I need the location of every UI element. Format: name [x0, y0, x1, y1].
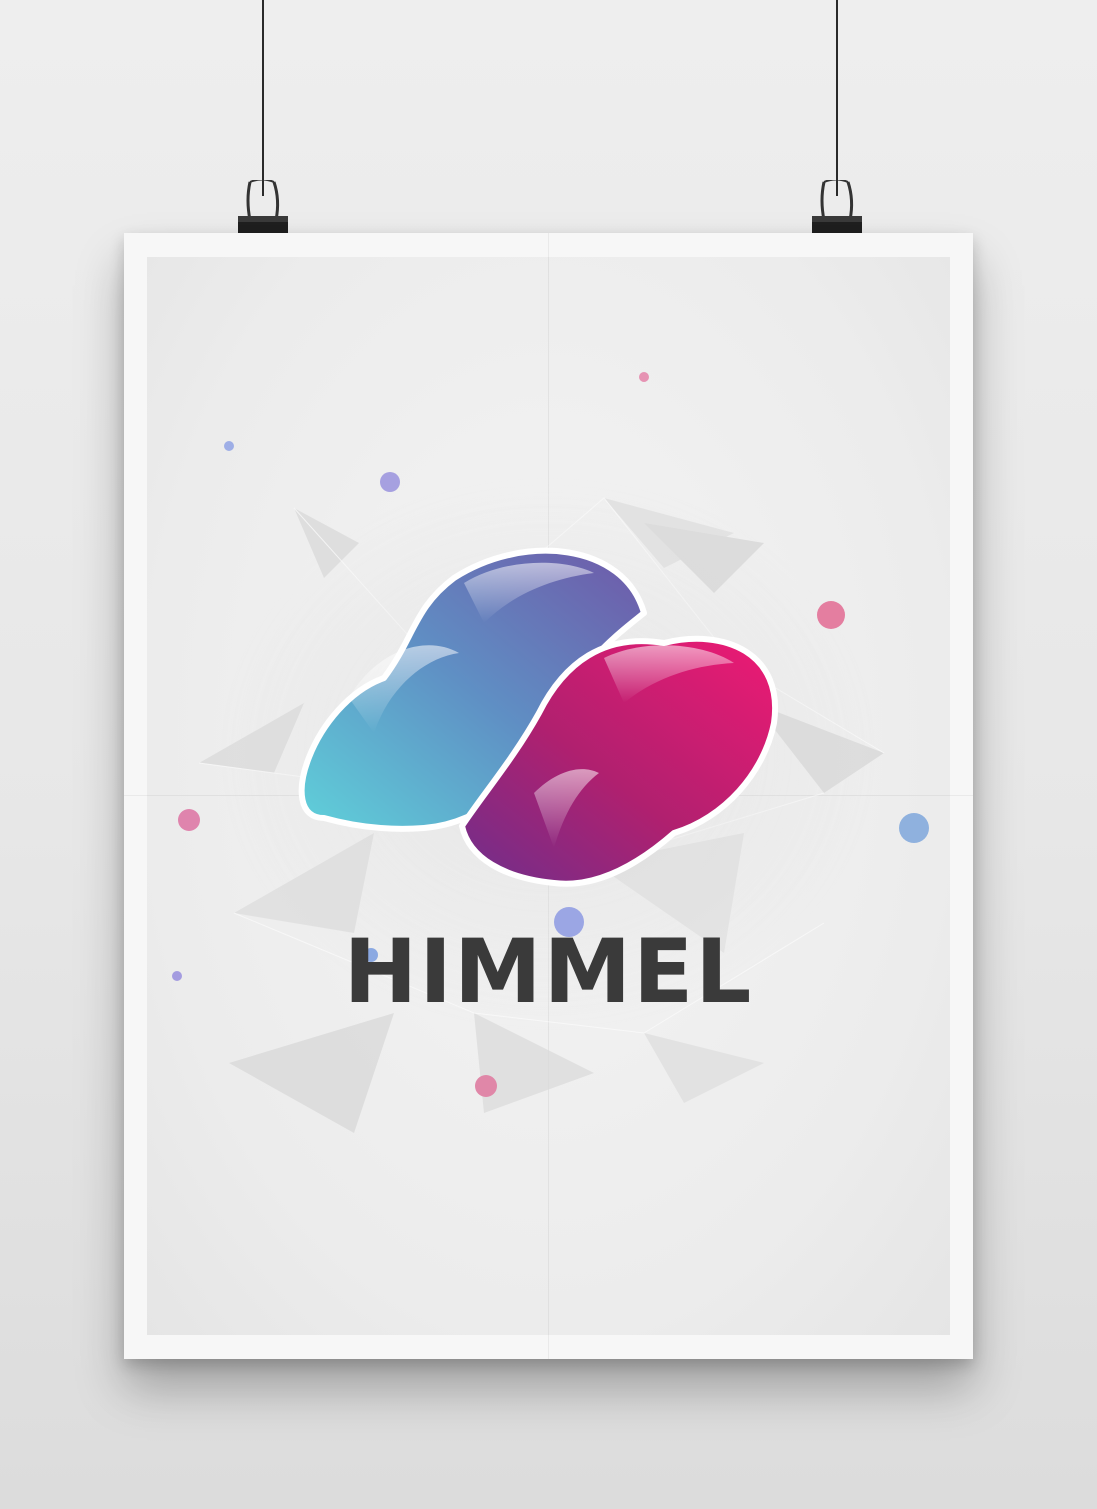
dot — [639, 372, 649, 382]
hanging-wire-right — [836, 0, 838, 196]
poster: HIMMEL — [124, 233, 973, 1359]
dot — [817, 601, 845, 629]
dot — [380, 472, 400, 492]
hanging-wire-left — [262, 0, 264, 196]
brand-wordmark: HIMMEL — [343, 920, 754, 1023]
dot — [475, 1075, 497, 1097]
dot — [899, 813, 929, 843]
poster-artwork — [172, 372, 929, 1133]
dot — [224, 441, 234, 451]
dot — [178, 809, 200, 831]
